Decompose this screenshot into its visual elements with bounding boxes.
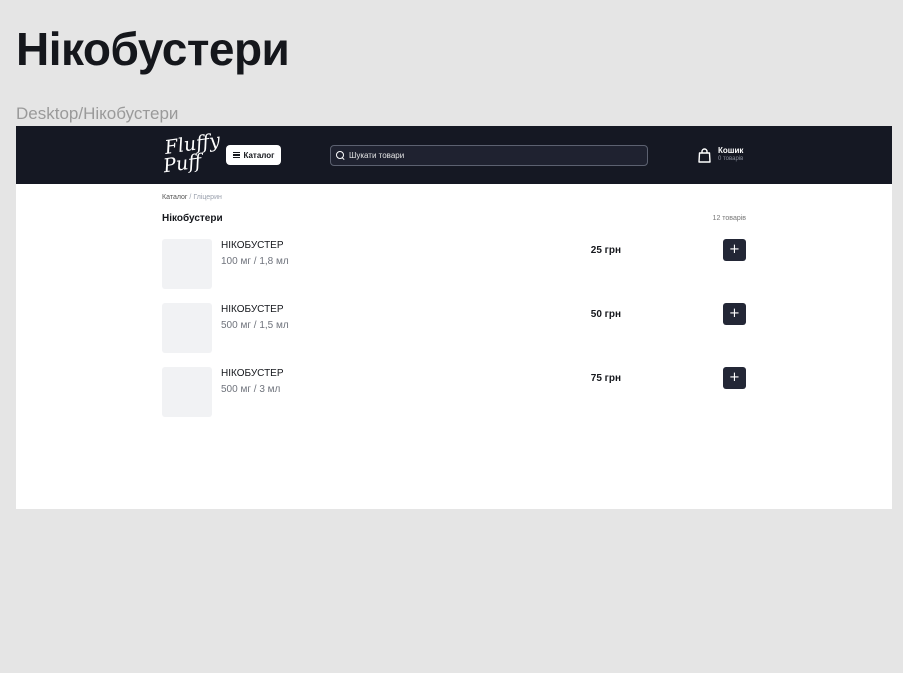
- product-image[interactable]: [162, 367, 212, 417]
- breadcrumb-current: Гліцерин: [193, 194, 222, 201]
- product-row[interactable]: НІКОБУСТЕР 500 мг / 1,5 мл 50 грн +: [162, 303, 746, 355]
- product-name[interactable]: НІКОБУСТЕР: [221, 240, 284, 251]
- breadcrumb-separator: /: [189, 194, 192, 201]
- items-count: 12 товарів: [712, 215, 746, 222]
- top-header: Fluffy Puff Каталог Кошик 0 товарів: [16, 126, 892, 184]
- plus-icon: +: [729, 306, 740, 321]
- brand-logo[interactable]: Fluffy Puff: [157, 129, 222, 179]
- product-name[interactable]: НІКОБУСТЕР: [221, 368, 284, 379]
- search-input[interactable]: [349, 151, 639, 160]
- plus-icon: +: [729, 242, 740, 257]
- cart-title: Кошик: [718, 146, 744, 155]
- catalog-button-label: Каталог: [243, 150, 275, 160]
- category-title: Нікобустери: [162, 213, 223, 224]
- breadcrumb: Каталог / Гліцерин: [162, 194, 222, 201]
- catalog-button[interactable]: Каталог: [226, 145, 281, 165]
- desktop-frame: Fluffy Puff Каталог Кошик 0 товарів Ката…: [16, 126, 892, 509]
- menu-icon: [232, 152, 240, 158]
- logo-text-line2: Puff: [161, 150, 203, 178]
- product-row[interactable]: НІКОБУСТЕР 100 мг / 1,8 мл 25 грн +: [162, 239, 746, 291]
- page-heading: Нікобустери: [16, 23, 290, 75]
- product-variant: 100 мг / 1,8 мл: [221, 256, 289, 267]
- product-variant: 500 мг / 1,5 мл: [221, 320, 289, 331]
- product-image[interactable]: [162, 303, 212, 353]
- add-to-cart-button[interactable]: +: [723, 367, 746, 389]
- plus-icon: +: [729, 370, 740, 385]
- search-icon: [336, 151, 345, 160]
- product-name[interactable]: НІКОБУСТЕР: [221, 304, 284, 315]
- breadcrumb-catalog-link[interactable]: Каталог: [162, 194, 187, 201]
- product-price: 25 грн: [590, 245, 621, 256]
- product-price: 50 грн: [590, 309, 621, 320]
- product-price: 75 грн: [590, 373, 621, 384]
- search-bar[interactable]: [330, 145, 648, 166]
- add-to-cart-button[interactable]: +: [723, 303, 746, 325]
- product-variant: 500 мг / 3 мл: [221, 384, 281, 395]
- frame-label: Desktop/Нікобустери: [16, 104, 179, 123]
- shopping-bag-icon: [698, 148, 711, 163]
- add-to-cart-button[interactable]: +: [723, 239, 746, 261]
- cart-count: 0 товарів: [718, 156, 744, 162]
- product-image[interactable]: [162, 239, 212, 289]
- product-row[interactable]: НІКОБУСТЕР 500 мг / 3 мл 75 грн +: [162, 367, 746, 419]
- cart-button[interactable]: Кошик 0 товарів: [698, 146, 758, 166]
